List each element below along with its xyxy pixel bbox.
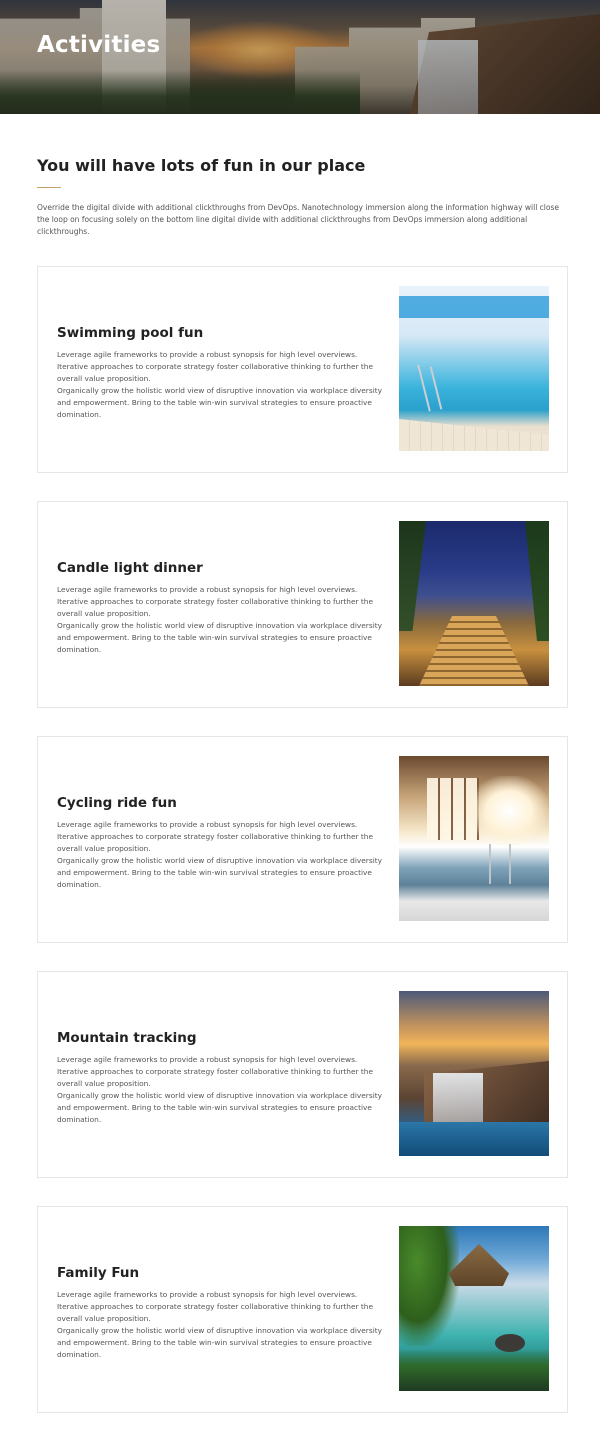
activity-description-part-2: Organically grow the holistic world view… — [57, 620, 383, 654]
water-pool — [399, 1122, 549, 1156]
activity-description: Leverage agile frameworks to provide a r… — [57, 1289, 387, 1360]
activity-description-part-1: Leverage agile frameworks to provide a r… — [57, 1290, 374, 1323]
pool-deck — [399, 419, 549, 451]
activity-title: Candle light dinner — [57, 560, 203, 576]
illuminated-stairway-night-photo — [399, 521, 549, 686]
tropical-plants — [399, 1349, 549, 1391]
activity-description: Leverage agile frameworks to provide a r… — [57, 349, 387, 420]
activity-description-part-1: Leverage agile frameworks to provide a r… — [57, 820, 374, 853]
indoor-swimming-pool-photo — [399, 286, 549, 451]
intro-heading: You will have lots of fun in our place — [37, 156, 366, 175]
activity-title: Mountain tracking — [57, 1030, 197, 1046]
activity-card-candle-light-dinner: Candle light dinner Leverage agile frame… — [37, 501, 568, 708]
pool-ladder-rail — [429, 366, 443, 410]
intro-section: You will have lots of fun in our place O… — [37, 156, 563, 239]
pool-ceiling — [399, 296, 549, 318]
activity-description-part-1: Leverage agile frameworks to provide a r… — [57, 585, 374, 618]
intro-text: Override the digital divide with additio… — [37, 203, 560, 237]
activity-title: Swimming pool fun — [57, 325, 204, 341]
activity-description: Leverage agile frameworks to provide a r… — [57, 819, 387, 890]
activity-description-part-1: Leverage agile frameworks to provide a r… — [57, 350, 374, 383]
activity-card-family-fun: Family Fun Leverage agile frameworks to … — [37, 1206, 568, 1413]
pool-ladder — [489, 844, 511, 884]
sunlit-indoor-pool-photo — [399, 756, 549, 921]
activity-card-mountain-tracking: Mountain tracking Leverage agile framewo… — [37, 971, 568, 1178]
lit-stairway — [419, 616, 529, 686]
activity-description: Leverage agile frameworks to provide a r… — [57, 584, 387, 655]
activity-description-part-2: Organically grow the holistic world view… — [57, 385, 383, 419]
palm-tree — [399, 1226, 459, 1346]
activity-description-part-2: Organically grow the holistic world view… — [57, 855, 383, 889]
activity-card-cycling-ride: Cycling ride fun Leverage agile framewor… — [37, 736, 568, 943]
pool-ladder-rail — [417, 364, 431, 412]
page-hero-banner: Activities — [0, 0, 600, 114]
palm-tree — [399, 521, 426, 631]
activity-card-body: Candle light dinner Leverage agile frame… — [57, 560, 387, 655]
activity-card-swimming-pool: Swimming pool fun Leverage agile framewo… — [37, 266, 568, 473]
palm-tree — [525, 521, 549, 641]
activity-card-body: Swimming pool fun Leverage agile framewo… — [57, 325, 387, 420]
sunset-waterfall-rocks-photo — [399, 991, 549, 1156]
activity-description-part-2: Organically grow the holistic world view… — [57, 1325, 383, 1359]
heading-divider — [37, 187, 61, 188]
activity-description-part-2: Organically grow the holistic world view… — [57, 1090, 383, 1124]
activity-card-body: Cycling ride fun Leverage agile framewor… — [57, 795, 387, 890]
activity-card-body: Mountain tracking Leverage agile framewo… — [57, 1030, 387, 1125]
waterfall — [433, 1073, 483, 1123]
sunlight-glare — [469, 776, 549, 846]
activity-card-body: Family Fun Leverage agile frameworks to … — [57, 1265, 387, 1360]
tropical-lagoon-hut-photo — [399, 1226, 549, 1391]
activity-title: Family Fun — [57, 1265, 140, 1281]
activity-description: Leverage agile frameworks to provide a r… — [57, 1054, 387, 1125]
page-title: Activities — [37, 32, 161, 58]
activity-description-part-1: Leverage agile frameworks to provide a r… — [57, 1055, 374, 1088]
activity-title: Cycling ride fun — [57, 795, 177, 811]
